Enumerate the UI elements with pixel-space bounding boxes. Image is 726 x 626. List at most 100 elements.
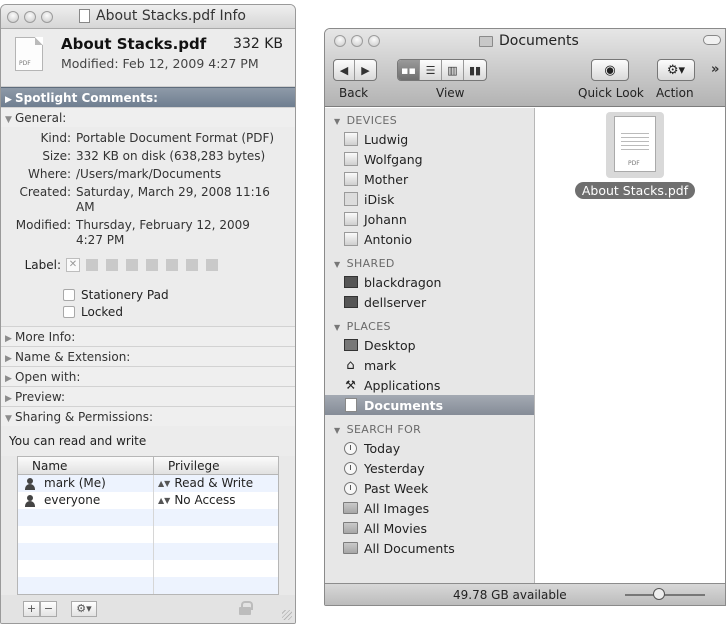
- folder-icon: [479, 35, 493, 47]
- column-header-privilege[interactable]: Privilege: [154, 457, 219, 474]
- file-item-about-stacks[interactable]: PDF About Stacks.pdf: [570, 112, 700, 199]
- label-color-swatch[interactable]: [206, 259, 218, 271]
- disclosure-triangle-open-icon: ▼: [5, 414, 12, 424]
- section-name-extension[interactable]: ▶ Name & Extension:: [1, 346, 295, 366]
- sidebar-item-past-week[interactable]: Past Week: [325, 478, 534, 498]
- info-titlebar[interactable]: About Stacks.pdf Info: [1, 5, 295, 29]
- minimize-button[interactable]: [351, 35, 363, 47]
- info-header: PDF About Stacks.pdf 332 KB Modified: Fe…: [1, 29, 295, 87]
- zoom-button[interactable]: [368, 35, 380, 47]
- sidebar-item-all-images[interactable]: All Images: [325, 498, 534, 518]
- column-view-button[interactable]: ▥: [442, 60, 464, 80]
- section-spotlight-comments[interactable]: ▶ Spotlight Comments:: [1, 87, 295, 107]
- coverflow-view-button[interactable]: ▮▮: [464, 60, 486, 80]
- sidebar-item-desktop[interactable]: Desktop: [325, 335, 534, 355]
- sidebar-item-wolfgang[interactable]: Wolfgang: [325, 149, 534, 169]
- label-color-swatch[interactable]: [186, 259, 198, 271]
- sidebar-item-antonio[interactable]: Antonio: [325, 229, 534, 249]
- section-preview[interactable]: ▶ Preview:: [1, 386, 295, 406]
- sidebar-item-all-documents[interactable]: All Documents: [325, 538, 534, 558]
- action-label: Action: [656, 86, 694, 100]
- file-size: 332 KB: [233, 36, 283, 52]
- add-permission-button[interactable]: +: [23, 601, 40, 617]
- close-button[interactable]: [7, 10, 19, 23]
- popup-arrows-icon[interactable]: ▲▼: [158, 475, 170, 492]
- back-forward-control: ◀ ▶: [333, 59, 377, 81]
- stationery-pad-checkbox[interactable]: Stationery Pad: [63, 286, 295, 303]
- popup-arrows-icon[interactable]: ▲▼: [158, 492, 170, 509]
- action-button[interactable]: ⚙▾: [657, 59, 695, 81]
- sidebar-item-dellserver[interactable]: dellserver: [325, 292, 534, 312]
- finder-content[interactable]: PDF About Stacks.pdf: [536, 108, 725, 583]
- info-window: About Stacks.pdf Info PDF About Stacks.p…: [0, 4, 296, 624]
- resize-grip-icon[interactable]: [282, 610, 292, 620]
- sidebar-section-places[interactable]: ▼ PLACES: [325, 312, 534, 335]
- smart-folder-icon: [343, 541, 358, 555]
- sidebar-item-yesterday[interactable]: Yesterday: [325, 458, 534, 478]
- sharing-status: You can read and write: [1, 426, 295, 456]
- forward-button[interactable]: ▶: [355, 60, 376, 80]
- file-name-label[interactable]: About Stacks.pdf: [574, 182, 696, 199]
- sidebar-item-ludwig[interactable]: Ludwig: [325, 129, 534, 149]
- label-color-swatch[interactable]: [146, 259, 158, 271]
- locked-checkbox[interactable]: Locked: [63, 303, 295, 320]
- sidebar-item-mother[interactable]: Mother: [325, 169, 534, 189]
- disclosure-triangle-open-icon: ▼: [5, 115, 12, 125]
- lock-icon[interactable]: [239, 601, 253, 615]
- back-button[interactable]: ◀: [334, 60, 355, 80]
- sidebar-section-shared[interactable]: ▼ SHARED: [325, 249, 534, 272]
- clock-icon: [343, 441, 358, 455]
- general-details: Kind: Portable Document Format (PDF) Size…: [1, 127, 295, 326]
- sidebar-item-johann[interactable]: Johann: [325, 209, 534, 229]
- table-row-empty: [18, 560, 278, 577]
- permissions-action-button[interactable]: ⚙▾: [71, 601, 97, 617]
- smart-folder-icon: [343, 501, 358, 515]
- sidebar-item-mark[interactable]: ⌂ mark: [325, 355, 534, 375]
- checkbox[interactable]: [63, 288, 75, 301]
- home-icon: ⌂: [346, 357, 355, 373]
- icon-size-slider-knob[interactable]: [653, 588, 665, 600]
- icon-view-button[interactable]: ▪▪: [398, 60, 420, 80]
- modified-date: Modified: Feb 12, 2009 4:27 PM: [61, 56, 259, 71]
- sidebar-item-all-movies[interactable]: All Movies: [325, 518, 534, 538]
- table-row-empty: [18, 509, 278, 526]
- section-general[interactable]: ▼ General:: [1, 107, 295, 127]
- no-label-button[interactable]: ✕: [66, 258, 80, 272]
- section-open-with[interactable]: ▶ Open with:: [1, 366, 295, 386]
- sidebar-item-idisk[interactable]: iDisk: [325, 189, 534, 209]
- clock-icon: [343, 481, 358, 495]
- label-color-swatch[interactable]: [126, 259, 138, 271]
- label-color-swatch[interactable]: [86, 259, 98, 271]
- section-more-info[interactable]: ▶ More Info:: [1, 326, 295, 346]
- sidebar-section-devices[interactable]: ▼ DEVICES: [325, 108, 534, 129]
- gear-icon: ⚙▾: [666, 62, 686, 78]
- sidebar-section-search-for[interactable]: ▼ SEARCH FOR: [325, 415, 534, 438]
- quick-look-label: Quick Look: [578, 86, 644, 100]
- sidebar-item-blackdragon[interactable]: blackdragon: [325, 272, 534, 292]
- section-sharing-permissions[interactable]: ▼ Sharing & Permissions:: [1, 406, 295, 426]
- disk-icon: [343, 132, 358, 146]
- icon-size-slider[interactable]: [625, 594, 705, 596]
- monitor-icon: [343, 295, 358, 309]
- zoom-button[interactable]: [41, 10, 53, 23]
- toolbar-overflow-button[interactable]: »: [711, 62, 719, 77]
- sidebar-item-documents[interactable]: Documents: [325, 395, 534, 415]
- table-row[interactable]: mark (Me) ▲▼ Read & Write: [18, 475, 278, 492]
- column-header-name[interactable]: Name: [18, 457, 154, 474]
- label-color-swatch[interactable]: [166, 259, 178, 271]
- table-row[interactable]: everyone ▲▼ No Access: [18, 492, 278, 509]
- label-color-swatch[interactable]: [106, 259, 118, 271]
- remove-permission-button[interactable]: −: [40, 601, 57, 617]
- minimize-button[interactable]: [24, 10, 36, 23]
- list-view-button[interactable]: ☰: [420, 60, 442, 80]
- quick-look-button[interactable]: ◉: [591, 59, 629, 81]
- checkbox[interactable]: [63, 305, 75, 318]
- window-controls: [7, 10, 53, 23]
- document-icon: [343, 398, 358, 412]
- pdf-file-icon[interactable]: PDF: [606, 112, 664, 178]
- sidebar-item-today[interactable]: Today: [325, 438, 534, 458]
- toolbar-toggle-button[interactable]: [703, 35, 721, 45]
- sidebar-item-applications[interactable]: ⚒ Applications: [325, 375, 534, 395]
- document-icon: [79, 9, 90, 23]
- close-button[interactable]: [334, 35, 346, 47]
